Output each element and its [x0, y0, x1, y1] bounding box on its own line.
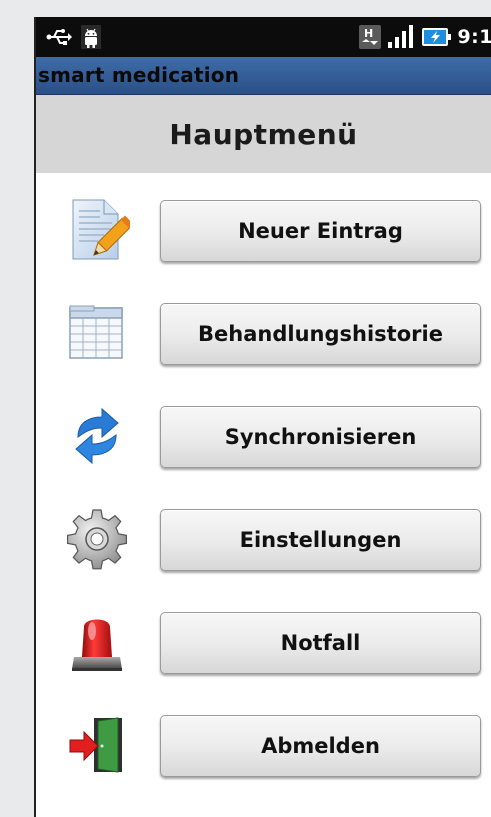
menu-row-neuer-eintrag: Neuer Eintrag [36, 189, 491, 269]
gear-icon[interactable] [64, 506, 130, 572]
abmelden-button[interactable]: Abmelden [160, 715, 481, 777]
android-debug-icon [80, 25, 102, 49]
h-data-icon: H [359, 25, 382, 49]
synchronisieren-button[interactable]: Synchronisieren [160, 406, 481, 468]
usb-icon [46, 27, 72, 47]
app-title-bar: smart medication [36, 57, 491, 95]
menu-row-abmelden: Abmelden [36, 704, 491, 784]
phone-screen: H 9:1 smart medication Hauptmenü Neuer E… [34, 17, 491, 817]
menu-row-notfall: Notfall [36, 601, 491, 681]
notfall-button[interactable]: Notfall [160, 612, 481, 674]
svg-text:H: H [364, 27, 373, 40]
sync-arrows-icon[interactable] [64, 403, 130, 469]
status-bar-left [46, 25, 102, 49]
page-title: Hauptmenü [169, 118, 358, 151]
neuer-eintrag-button[interactable]: Neuer Eintrag [160, 200, 481, 262]
battery-charging-icon [421, 25, 452, 49]
menu-row-synchronisieren: Synchronisieren [36, 395, 491, 475]
status-bar: H 9:1 [36, 17, 491, 57]
screen-header: Hauptmenü [36, 95, 491, 173]
behandlungshistorie-button[interactable]: Behandlungshistorie [160, 303, 481, 365]
einstellungen-button[interactable]: Einstellungen [160, 509, 481, 571]
edit-document-icon[interactable] [64, 197, 134, 263]
status-clock: 9:1 [457, 26, 491, 48]
exit-door-icon[interactable] [64, 712, 130, 778]
signal-icon [387, 25, 415, 49]
app-title: smart medication [38, 63, 240, 87]
status-bar-right: H 9:1 [359, 25, 491, 49]
menu-row-behandlungshistorie: Behandlungshistorie [36, 292, 491, 372]
siren-icon[interactable] [64, 609, 130, 675]
table-calendar-icon[interactable] [64, 300, 130, 366]
menu-row-einstellungen: Einstellungen [36, 498, 491, 578]
